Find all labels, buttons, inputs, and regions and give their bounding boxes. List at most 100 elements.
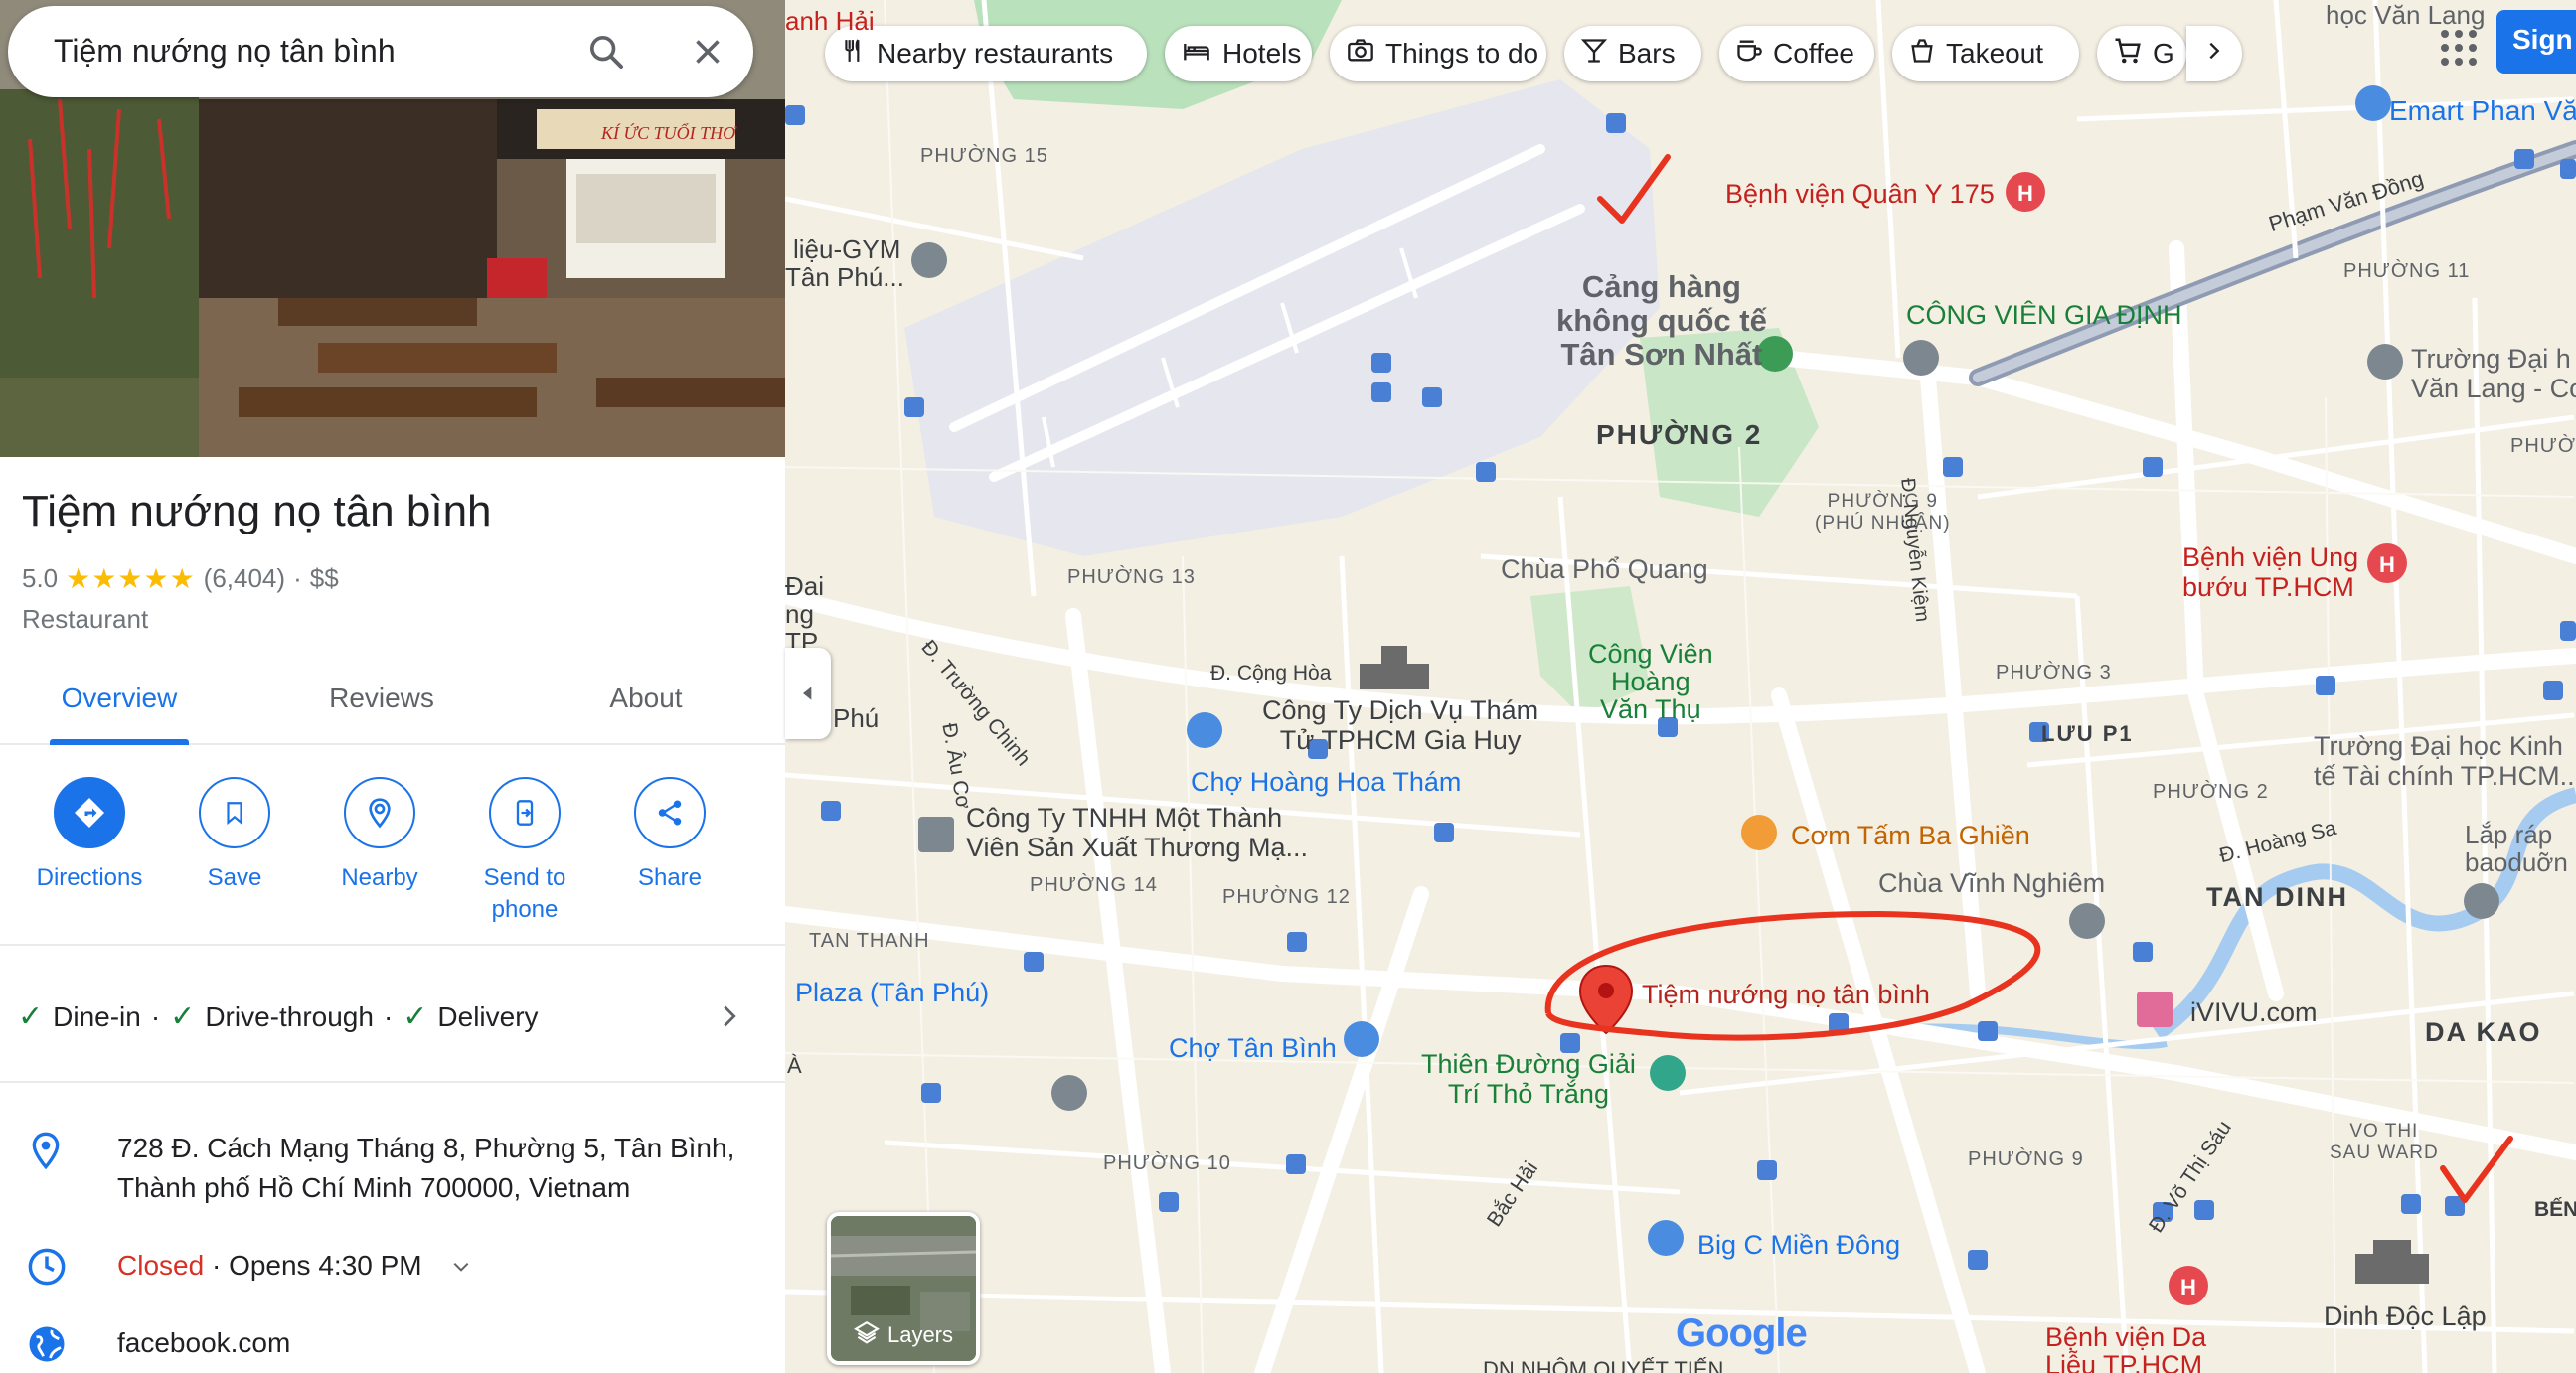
chip-bars[interactable]: Bars bbox=[1564, 26, 1701, 81]
svg-text:H: H bbox=[2180, 1275, 2196, 1299]
map-label[interactable]: Tân Phú... bbox=[785, 262, 904, 293]
chevron-down-icon[interactable] bbox=[449, 1248, 473, 1288]
service-options[interactable]: ✓ Dine-in · ✓ Drive-through · ✓ Delivery bbox=[18, 999, 539, 1034]
map-label-line: ng bbox=[785, 599, 814, 629]
caret-left-icon bbox=[803, 686, 812, 700]
map-label-cho-hoang-hoa-tham[interactable]: Chợ Hoàng Hoa Thám bbox=[1191, 767, 1461, 798]
chip-groceries[interactable]: G bbox=[2097, 26, 2186, 81]
chevron-right-icon[interactable] bbox=[716, 999, 743, 1038]
tnhh-line-1: Công Ty TNHH Một Thành bbox=[966, 803, 1283, 833]
kinh-te-line-2: tế Tài chính TP.HCM... bbox=[2314, 761, 2576, 791]
coffee-icon bbox=[1735, 36, 1763, 73]
chip-takeout[interactable]: Takeout bbox=[1892, 26, 2079, 81]
tab-overview[interactable]: Overview bbox=[0, 664, 239, 745]
share-button[interactable]: Share bbox=[600, 777, 739, 894]
tab-reviews[interactable]: Reviews bbox=[262, 664, 501, 745]
cv-hvt-line-2: Hoàng bbox=[1611, 667, 1690, 696]
map-label-emart[interactable]: Emart Phan Vă bbox=[2389, 95, 2576, 127]
van-lang-line-1: Trường Đại h bbox=[2411, 344, 2571, 374]
address-line-2: Thành phố Hồ Chí Minh 700000, Vietnam bbox=[117, 1172, 631, 1203]
map-label-com-tam[interactable]: Cơm Tấm Ba Ghiền bbox=[1791, 821, 2030, 851]
chip-hotels[interactable]: Hotels bbox=[1165, 26, 1312, 81]
map-label-gia-huy[interactable]: Công Ty Dịch Vụ Thám Tử TPHCM Gia Huy bbox=[1262, 695, 1538, 755]
send-to-phone-button[interactable]: Send to phone bbox=[455, 777, 594, 926]
svg-text:H: H bbox=[2379, 552, 2395, 577]
cart-icon bbox=[2113, 36, 2143, 73]
map-label-chua-vinh-nghiem[interactable]: Chùa Vĩnh Nghiêm bbox=[1878, 868, 2105, 899]
service-separator: · bbox=[150, 1000, 161, 1032]
share-icon bbox=[634, 777, 706, 848]
map-label-hospital-175[interactable]: Bệnh viện Quân Y 175 bbox=[1725, 179, 1995, 210]
layers-button[interactable]: Layers bbox=[827, 1212, 980, 1365]
cocktail-icon bbox=[1580, 36, 1608, 73]
map-label-cong-vien-hvt[interactable]: Công Viên Hoàng Văn Thụ bbox=[1588, 640, 1713, 723]
apps-grid-icon[interactable] bbox=[2435, 24, 2483, 72]
address-row[interactable]: 728 Đ. Cách Mạng Tháng 8, Phường 5, Tân … bbox=[0, 1129, 785, 1218]
chips-next-button[interactable] bbox=[2186, 26, 2242, 81]
map-label-ward: PHƯỜNG 9 (PHÚ NHUẬN) bbox=[1815, 491, 1951, 534]
map-label-area: DA KAO bbox=[2425, 1017, 2542, 1047]
map-label-cho-tan-binh[interactable]: Chợ Tân Bình bbox=[1169, 1033, 1337, 1064]
hours-status: Closed bbox=[117, 1250, 205, 1281]
rating-value: 5.0 bbox=[22, 563, 59, 593]
map-label-tnhh[interactable]: Công Ty TNHH Một Thành Viên Sản Xuất Thư… bbox=[966, 803, 1308, 862]
airport-line-1: Cảng hàng bbox=[1581, 269, 1741, 304]
search-icon[interactable] bbox=[582, 28, 630, 76]
map-label-cong-vien-gia-dinh[interactable]: CÔNG VIÊN GIA ĐỊNH bbox=[1906, 300, 2182, 331]
gia-huy-line-2: Tử TPHCM Gia Huy bbox=[1279, 725, 1522, 755]
map-label-area: BẾN bbox=[2534, 1198, 2576, 1221]
map-label-chua-pho-quang[interactable]: Chùa Phổ Quang bbox=[1501, 554, 1708, 585]
lap-rap-line-2: baoduỡn bbox=[2465, 847, 2568, 877]
search-input[interactable] bbox=[54, 30, 531, 72]
collapse-panel-button[interactable] bbox=[785, 648, 831, 739]
map-label-lap-rap[interactable]: Lắp ráp baoduỡn bbox=[2465, 821, 2568, 876]
map-label[interactable]: DN NHÔM QUYẾT TIẾN bbox=[1483, 1357, 1723, 1373]
map-label[interactable]: anh Hải bbox=[785, 6, 875, 37]
da-lieu-line-2: Liễu TP.HCM bbox=[2045, 1350, 2203, 1373]
directions-label: Directions bbox=[36, 864, 143, 891]
camera-icon bbox=[1346, 37, 1375, 72]
map-label-ivivu[interactable]: iVIVU.com bbox=[2190, 997, 2318, 1028]
map-label-area: TAN DINH bbox=[2206, 882, 2348, 912]
kinh-te-line-1: Trường Đại học Kinh bbox=[2314, 731, 2563, 761]
da-lieu-line-1: Bệnh viện Da bbox=[2045, 1322, 2207, 1352]
map-label-benh-vien-da-lieu[interactable]: Bệnh viện Da Liễu TP.HCM bbox=[2045, 1323, 2206, 1373]
google-logo-text: Google bbox=[1676, 1311, 1808, 1355]
map-label-kinh-te[interactable]: Trường Đại học Kinh tế Tài chính TP.HCM.… bbox=[2314, 731, 2576, 791]
divider bbox=[0, 944, 785, 946]
map-label[interactable]: liệu-GYM bbox=[793, 234, 900, 265]
place-category[interactable]: Restaurant bbox=[22, 604, 148, 635]
close-icon[interactable] bbox=[684, 28, 731, 76]
nearby-button[interactable]: Nearby bbox=[310, 777, 449, 894]
save-button[interactable]: Save bbox=[165, 777, 304, 894]
save-label: Save bbox=[207, 864, 262, 891]
map-label-big-c[interactable]: Big C Miền Đông bbox=[1697, 1230, 1900, 1261]
map-label-airport[interactable]: Cảng hàng không quốc tế Tân Sơn Nhất bbox=[1556, 270, 1767, 372]
directions-button[interactable]: Directions bbox=[20, 777, 159, 894]
map-label-ward: PHƯỜNG 9 bbox=[1968, 1148, 2084, 1170]
website-row[interactable]: facebook.com bbox=[0, 1323, 785, 1369]
map-label-dinh-doc-lap[interactable]: Dinh Độc Lập bbox=[2324, 1301, 2487, 1332]
tab-about[interactable]: About bbox=[527, 664, 765, 745]
map-canvas[interactable]: H H H Nearby restaurants Hotels Things t… bbox=[785, 0, 2576, 1373]
review-count[interactable]: (6,404) bbox=[204, 563, 285, 594]
thien-duong-line-1: Thiên Đường Giải bbox=[1421, 1049, 1636, 1079]
hours-row[interactable]: Closed · Opens 4:30 PM bbox=[0, 1246, 785, 1292]
service-delivery: Delivery bbox=[437, 1000, 539, 1032]
sign-in-button[interactable]: Sign bbox=[2496, 10, 2576, 74]
map-label[interactable]: học Văn Lang bbox=[2326, 0, 2485, 31]
chip-label: Things to do bbox=[1385, 38, 1539, 69]
map-label-ung-buou[interactable]: Bệnh viện Ung bướu TP.HCM bbox=[2182, 542, 2358, 602]
selected-place-label[interactable]: Tiệm nướng nọ tân bình bbox=[1642, 980, 1930, 1010]
map-label-van-lang[interactable]: Trường Đại h Văn Lang - Cơ bbox=[2411, 344, 2576, 403]
chip-things-to-do[interactable]: Things to do bbox=[1330, 26, 1546, 81]
ung-buou-line-1: Bệnh viện Ung bbox=[2182, 542, 2359, 572]
address-line-1: 728 Đ. Cách Mạng Tháng 8, Phường 5, Tân … bbox=[117, 1133, 735, 1163]
place-panel: KÍ ỨC TUỔI THƠ Tiệm nướng nọ tân bình 5.… bbox=[0, 0, 785, 1373]
chip-coffee[interactable]: Coffee bbox=[1719, 26, 1874, 81]
map-label-plaza[interactable]: Plaza (Tân Phú) bbox=[795, 978, 989, 1008]
chevron-right-icon bbox=[2203, 38, 2225, 71]
hero-sign-text: KÍ ỨC TUỔI THƠ bbox=[600, 122, 737, 143]
map-label-ward: PHƯỜNG 12 bbox=[1222, 886, 1351, 908]
map-label-thien-duong[interactable]: Thiên Đường Giải Trí Thỏ Trắng bbox=[1421, 1049, 1636, 1109]
